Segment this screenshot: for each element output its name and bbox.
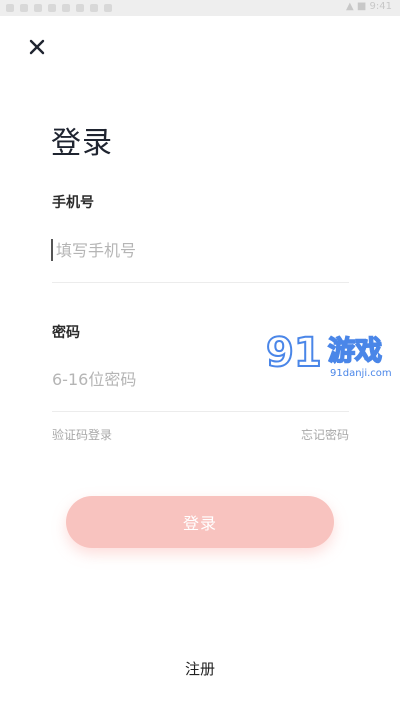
watermark-logo-icon: 91 游戏 91danji.com [265,329,392,379]
password-label: 密码 [52,325,80,341]
status-icon [90,4,98,12]
forgot-password-link[interactable]: 忘记密码 [301,426,349,443]
phone-label: 手机号 [52,195,94,211]
status-icon [34,4,42,12]
status-icon [104,4,112,12]
status-bar: ▲ ■ 9:41 [0,0,400,16]
password-divider [52,411,349,412]
login-button[interactable]: 登录 [66,496,334,548]
close-button[interactable] [24,34,50,60]
svg-text:91: 91 [266,330,322,376]
register-link[interactable]: 注册 [0,658,400,679]
svg-text:91danji.com: 91danji.com [330,368,392,379]
sms-login-link[interactable]: 验证码登录 [52,426,112,443]
status-bar-right: ▲ ■ 9:41 [346,1,392,12]
svg-text:游戏: 游戏 [328,336,382,367]
page-title: 登录 [51,126,113,161]
watermark-logo: 91 游戏 91danji.com [264,326,400,382]
phone-input[interactable] [52,235,349,265]
status-icon [6,4,14,12]
status-icon [20,4,28,12]
phone-divider [52,282,349,283]
status-icon [62,4,70,12]
close-icon [29,39,45,55]
status-icon [76,4,84,12]
status-icon [48,4,56,12]
